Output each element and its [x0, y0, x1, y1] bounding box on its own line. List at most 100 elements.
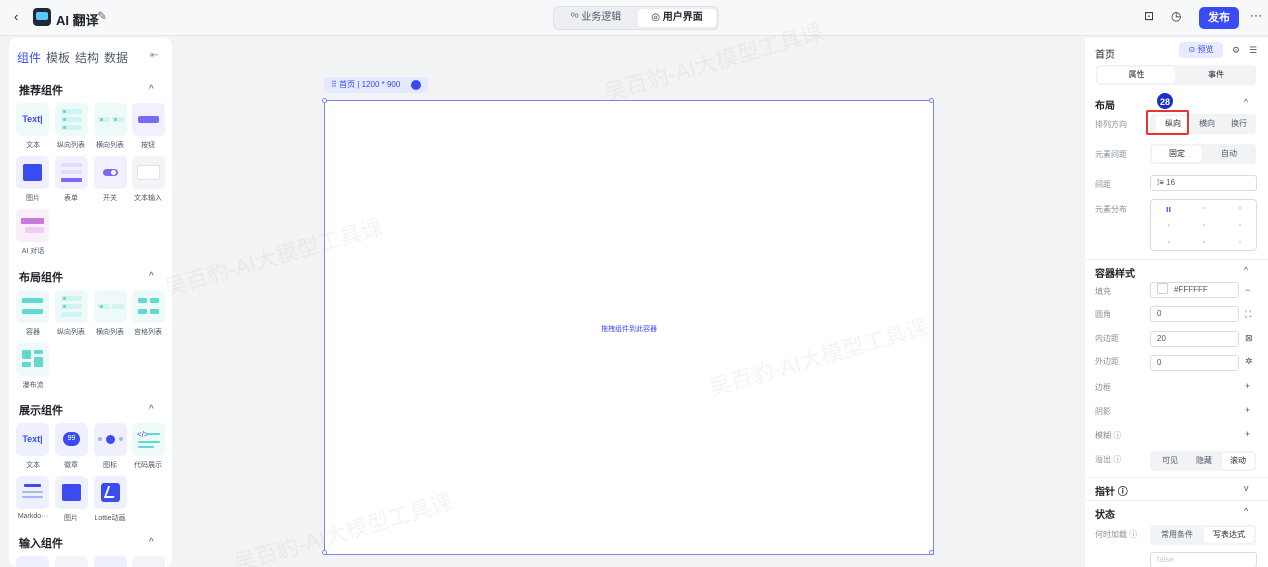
component-ai-chat[interactable] — [16, 209, 49, 242]
page-canvas[interactable]: 拖拽组件到此容器 — [322, 98, 934, 555]
back-icon[interactable]: ‹ — [14, 9, 18, 24]
radius-input[interactable]: 0 — [1150, 306, 1239, 322]
component-label: Markdo··· — [17, 513, 49, 520]
overflow-scroll[interactable]: 滚动 — [1222, 453, 1254, 469]
component-horizontal-list[interactable] — [94, 290, 127, 323]
remove-fill-icon[interactable]: − — [1245, 285, 1250, 295]
step-badge: 28 — [1156, 92, 1174, 110]
resize-handle[interactable] — [929, 550, 934, 555]
tab-templates[interactable]: 模板 — [46, 49, 70, 66]
chevron-up-icon[interactable]: ^ — [1244, 265, 1248, 275]
tab-structure[interactable]: 结构 — [75, 49, 99, 66]
canvas-page-label[interactable]: ⠿ 首页 | 1200 * 900 — [324, 77, 428, 93]
device-icon[interactable]: ⊡ — [1144, 9, 1154, 23]
chevron-up-icon[interactable]: ^ — [149, 404, 154, 415]
component-text[interactable]: Text| — [16, 103, 49, 136]
resize-handle[interactable] — [322, 550, 327, 555]
margin-icon[interactable]: ✲ — [1245, 356, 1253, 367]
component-input-4[interactable] — [132, 556, 165, 567]
component-markdown[interactable] — [16, 476, 49, 509]
component-image[interactable] — [16, 156, 49, 189]
spacing-fixed[interactable]: 固定 — [1152, 146, 1202, 162]
component-grid-list[interactable] — [132, 290, 165, 323]
outline-icon[interactable]: ☰ — [1249, 45, 1257, 56]
component-text[interactable]: Text| — [16, 423, 49, 456]
component-button[interactable] — [132, 103, 165, 136]
arrange-label: 排列方向 — [1095, 120, 1127, 129]
component-input-2[interactable] — [55, 556, 88, 567]
section-display: 展示组件 — [19, 405, 63, 417]
chevron-down-icon[interactable]: v — [1244, 483, 1249, 493]
corner-icon[interactable]: ⛶ — [1245, 309, 1251, 320]
component-code-display[interactable]: </> — [132, 423, 165, 456]
component-label: 代码展示 — [134, 462, 162, 469]
more-icon[interactable]: ··· — [1250, 8, 1262, 22]
component-lottie[interactable] — [94, 476, 127, 509]
component-label: 表单 — [64, 195, 78, 202]
add-blur-icon[interactable]: + — [1245, 429, 1250, 439]
chevron-up-icon[interactable]: ^ — [149, 84, 154, 95]
tab-properties[interactable]: 属性 — [1098, 67, 1175, 83]
chevron-up-icon[interactable]: ^ — [149, 271, 154, 282]
component-icon[interactable] — [94, 423, 127, 456]
tab-user-interface[interactable]: ◎ 用户界面 — [638, 9, 716, 27]
arrange-horizontal[interactable]: 横向 — [1190, 116, 1224, 132]
component-container[interactable] — [16, 290, 49, 323]
fill-label: 填充 — [1095, 287, 1111, 296]
component-label: 开关 — [103, 195, 117, 202]
load-expression-input[interactable]: false — [1150, 552, 1257, 567]
component-vertical-list[interactable] — [55, 103, 88, 136]
component-form[interactable] — [55, 156, 88, 189]
resize-handle[interactable] — [929, 98, 934, 103]
chevron-up-icon[interactable]: ^ — [149, 537, 154, 548]
top-bar: ‹ AI 翻译 ✎ ⁰ᵒ 业务逻辑 ◎ 用户界面 ⊡ ◷ 发布 ··· — [0, 0, 1268, 36]
edit-icon[interactable]: ✎ — [97, 9, 107, 23]
play-icon[interactable] — [411, 80, 421, 90]
load-common-conditions[interactable]: 常用条件 — [1152, 527, 1202, 543]
tab-business-logic[interactable]: ⁰ᵒ 业务逻辑 — [558, 9, 634, 27]
tab-data[interactable]: 数据 — [104, 49, 128, 66]
component-waterfall[interactable] — [16, 343, 49, 376]
component-input-3[interactable] — [94, 556, 127, 567]
preview-button[interactable]: ⊙ 预览 — [1179, 42, 1223, 58]
margin-input[interactable]: 0 — [1150, 355, 1239, 371]
chevron-up-icon[interactable]: ^ — [1244, 97, 1248, 107]
load-expression[interactable]: 写表达式 — [1204, 527, 1254, 543]
color-swatch[interactable] — [1157, 283, 1168, 294]
padding-icon[interactable]: ⊠ — [1245, 333, 1253, 344]
tab-events[interactable]: 事件 — [1178, 67, 1254, 83]
component-label: 文本 — [26, 142, 40, 149]
component-horizontal-list[interactable] — [94, 103, 127, 136]
fill-color-input[interactable]: #FFFFFF — [1150, 282, 1239, 298]
gap-label: 间距 — [1095, 180, 1111, 189]
add-shadow-icon[interactable]: + — [1245, 405, 1250, 415]
arrange-wrap[interactable]: 换行 — [1222, 116, 1256, 132]
component-image[interactable] — [55, 476, 88, 509]
history-icon[interactable]: ◷ — [1171, 9, 1181, 23]
chevron-up-icon[interactable]: ^ — [1244, 506, 1248, 516]
component-label: 徽章 — [64, 462, 78, 469]
gap-input[interactable]: ⁞≡ 16 — [1150, 175, 1257, 191]
collapse-panel-icon[interactable]: ⇤ — [150, 50, 158, 61]
component-label: 瀑布流 — [22, 382, 44, 389]
component-vertical-list[interactable] — [55, 290, 88, 323]
component-input-1[interactable] — [16, 556, 49, 567]
add-border-icon[interactable]: + — [1245, 381, 1250, 391]
text-glyph: Text| — [22, 114, 43, 124]
overflow-visible[interactable]: 可见 — [1154, 453, 1186, 469]
padding-input[interactable]: 20 — [1150, 331, 1239, 347]
tab-components[interactable]: 组件 — [17, 49, 41, 66]
page-title: 首页 — [1095, 50, 1115, 61]
settings-icon[interactable]: ⚙ — [1232, 45, 1240, 56]
overflow-hidden[interactable]: 隐藏 — [1188, 453, 1220, 469]
resize-handle[interactable] — [322, 98, 327, 103]
component-label: 图标 — [103, 462, 117, 469]
distribution-grid[interactable]: ıı — [1150, 199, 1257, 251]
publish-button[interactable]: 发布 — [1199, 7, 1239, 29]
component-switch[interactable] — [94, 156, 127, 189]
align-top-left-icon: ıı — [1166, 204, 1172, 214]
component-text-input[interactable] — [132, 156, 165, 189]
component-badge[interactable]: 99 — [55, 423, 88, 456]
spacing-auto[interactable]: 自动 — [1204, 146, 1254, 162]
section-pointer: 指针 ⓘ — [1095, 487, 1128, 498]
